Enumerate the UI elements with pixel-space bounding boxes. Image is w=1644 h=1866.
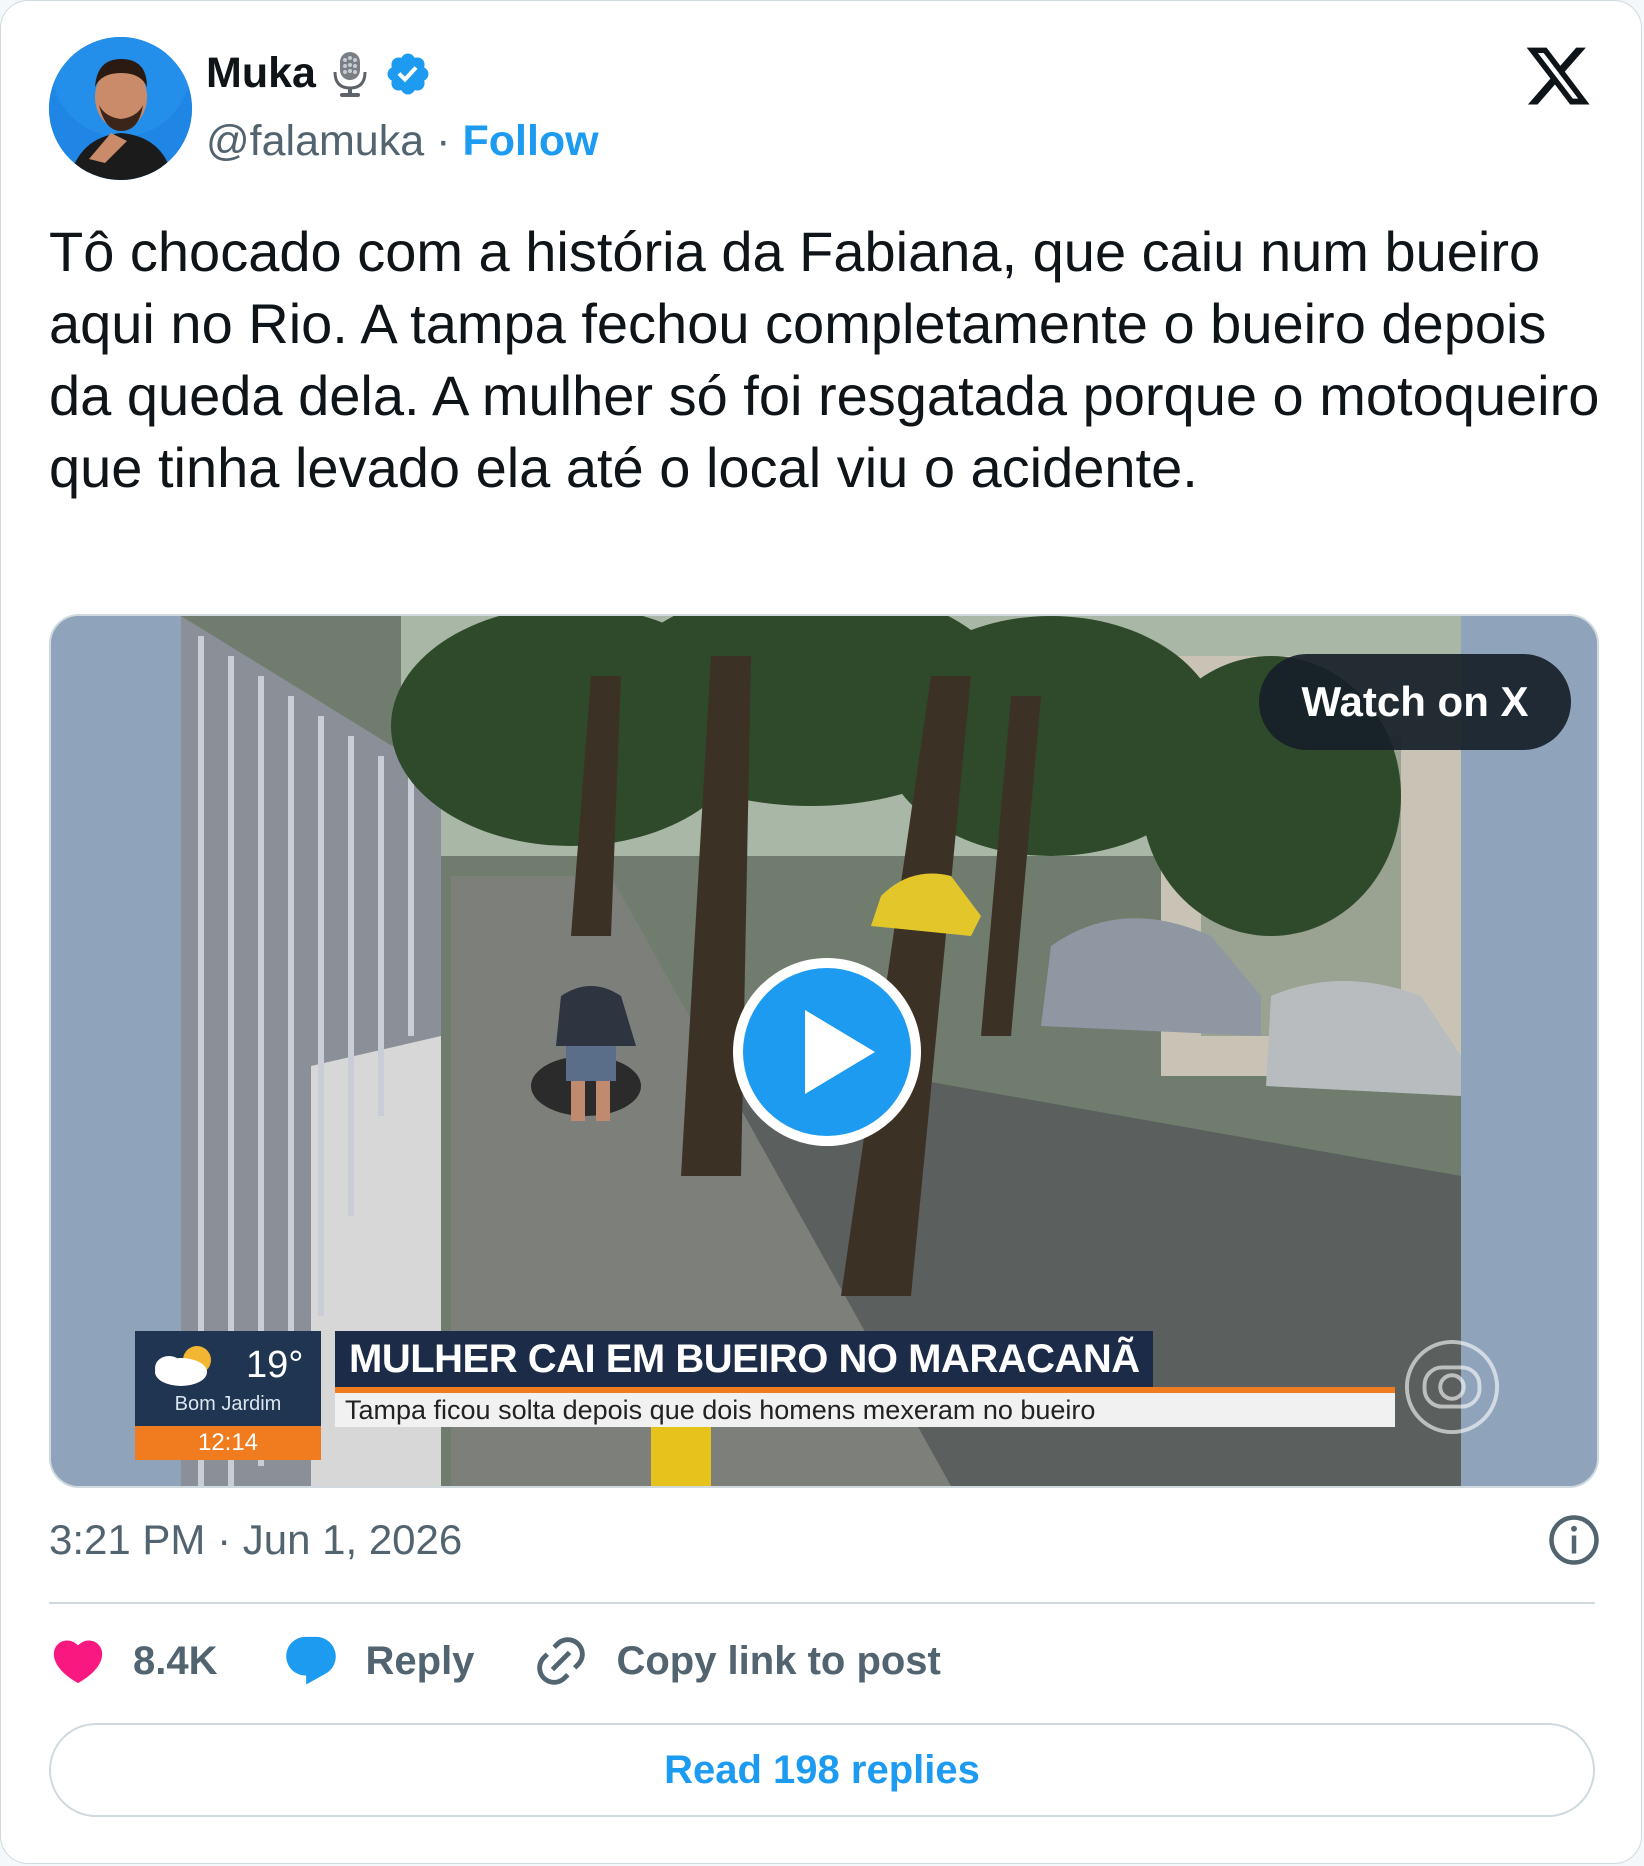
info-icon[interactable] [1547,1513,1601,1567]
reply-button[interactable]: Reply [282,1632,475,1690]
read-replies-button[interactable]: Read 198 replies [49,1723,1595,1817]
reply-label: Reply [365,1638,475,1683]
broadcast-time: 12:14 [135,1426,321,1460]
video-player[interactable]: Watch on X 19° Bom Jardim 12:14 MULHER C… [49,614,1599,1488]
play-button-icon[interactable] [727,952,927,1152]
author-handle[interactable]: @falamuka [206,117,424,166]
tweet-timestamp[interactable]: 3:21 PM · Jun 1, 2026 [49,1516,462,1564]
watch-on-x-button[interactable]: Watch on X [1259,654,1571,750]
microphone-icon [333,51,367,97]
verified-badge-icon [387,53,429,94]
weather-temperature: 19° [246,1344,304,1386]
author-name[interactable]: Muka [206,49,316,98]
tweet-card: Muka @falamuka · Follow Tô chocado com a… [0,0,1642,1864]
news-subheadline: Tampa ficou solta depois que dois homens… [335,1393,1395,1427]
link-icon [537,1637,586,1685]
reply-bubble-icon [285,1636,336,1685]
heart-icon [53,1640,103,1684]
news-headline: MULHER CAI EM BUEIRO NO MARACANÃ [335,1331,1153,1387]
copy-link-button[interactable]: Copy link to post [532,1632,941,1690]
action-bar: 8.4K Reply Copy link to post [49,1629,941,1693]
copy-link-label: Copy link to post [616,1638,941,1683]
avatar-image [49,37,192,180]
partly-cloudy-icon [155,1346,211,1386]
tweet-text: Tô chocado com a história da Fabiana, qu… [49,220,1600,499]
x-logo-icon[interactable] [1523,41,1593,111]
like-count: 8.4K [133,1638,218,1683]
follow-button[interactable]: Follow [462,117,598,166]
tv-globo-logo-icon [1404,1339,1500,1435]
divider [49,1602,1595,1604]
like-button[interactable]: 8.4K [49,1632,218,1690]
weather-city: Bom Jardim [174,1393,282,1415]
dot-separator: · [436,117,451,165]
author-handle-row: @falamuka · Follow [206,117,599,166]
author-name-row: Muka [206,49,432,98]
avatar[interactable] [49,37,192,180]
